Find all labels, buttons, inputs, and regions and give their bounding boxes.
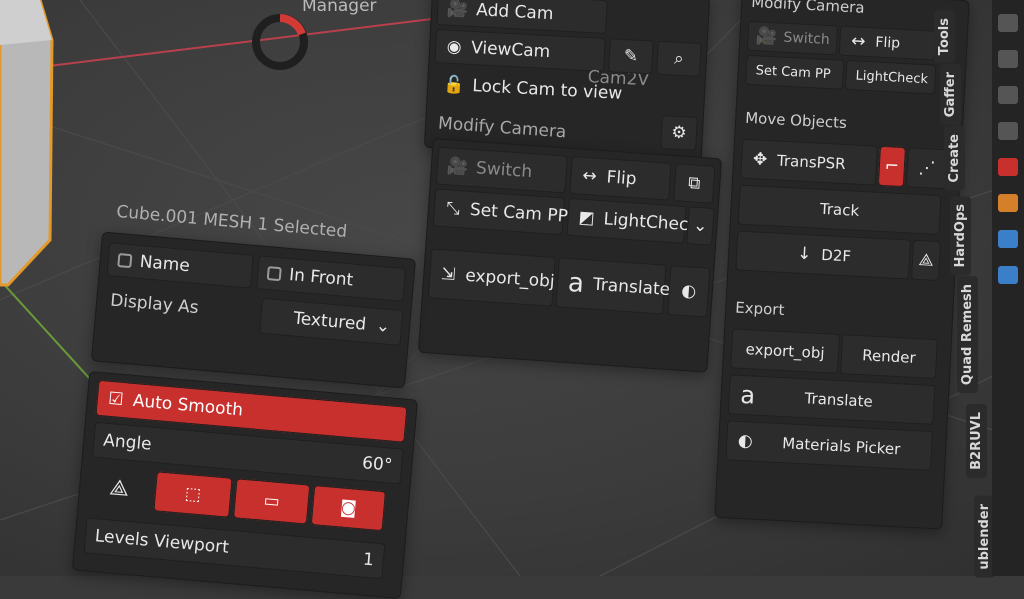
material-icon: ◐ (680, 280, 697, 302)
viewport-display-button[interactable]: ▭ (233, 478, 311, 525)
checkbox-icon (117, 253, 133, 269)
tool-icon[interactable] (998, 230, 1018, 248)
object-panel: Name In Front Display As Textured ⌄ (90, 231, 417, 389)
lightcheck-dropdown[interactable]: ⌄ (686, 206, 715, 246)
modify-camera-panel: 🎥 Switch ↔ Flip ⧉ ⤡ Set Cam PP ◩ LightCh… (417, 138, 723, 373)
camera-icon: 🎥 (446, 0, 469, 20)
camera-icon: 🎥 (446, 156, 469, 178)
right-translate-button[interactable]: a Translate (727, 374, 936, 426)
in-front-checkbox[interactable]: In Front (255, 255, 407, 303)
monitor-icon: ▭ (262, 490, 281, 513)
material-button[interactable]: ◐ (667, 265, 711, 318)
transform-toggle[interactable]: ⌐ (877, 145, 906, 188)
translate-icon: a (739, 380, 756, 410)
chevron-down-icon: ⌄ (692, 215, 709, 237)
tool-icon[interactable] (998, 86, 1018, 104)
flip-button[interactable]: ↔ Flip (569, 155, 672, 201)
node-toggle[interactable]: ⋰ (905, 147, 948, 190)
tool-icon[interactable] (998, 158, 1018, 176)
translate-button[interactable]: a Translate (555, 257, 671, 315)
camera-panel: 🎥 Add Cam ◉ ViewCam Cam2V ✎ ⌕ 🔓 Lock Cam… (423, 0, 711, 163)
manager-label: Manager (302, 0, 377, 16)
right-export-obj-button[interactable]: export_obj (730, 328, 841, 374)
transpsr-button[interactable]: ✥ TransPSR (740, 138, 878, 186)
switch-button[interactable]: 🎥 Switch (435, 146, 568, 194)
tab-create[interactable]: Create (944, 126, 965, 191)
collapse-icon: ⤡ (445, 198, 461, 220)
edit-mode-button[interactable]: ⬚ (153, 471, 233, 518)
checkbox-icon (266, 266, 282, 282)
translate-icon: a (567, 267, 586, 300)
right-flip-button[interactable]: ↔ Flip (838, 25, 937, 61)
eyedropper-icon: ✎ (623, 45, 639, 67)
search-icon: ⌕ (673, 48, 685, 70)
checkbox-checked-icon: ☑ (107, 388, 125, 411)
tab-tools[interactable]: Tools (934, 10, 955, 64)
material-icon: ◐ (737, 430, 754, 452)
axis-icon: ⌐ (884, 156, 900, 177)
name-checkbox[interactable]: Name (106, 242, 254, 289)
add-cam-button[interactable]: 🎥 Add Cam (436, 0, 608, 34)
gear-icon: ⚙ (670, 122, 688, 144)
chevron-down-icon: ⌄ (375, 315, 392, 337)
camera-frame-icon: ⧉ (687, 173, 702, 194)
smooth-panel: ☑ Auto Smooth Angle 60° ⟁ ⬚ ▭ ◙ Levels V… (71, 370, 419, 599)
tool-icon[interactable] (998, 122, 1018, 140)
right-set-cam-pp-button[interactable]: Set Cam PP (744, 54, 845, 90)
vertex-mode-button[interactable]: ⟁ (88, 466, 151, 511)
tool-icon[interactable] (998, 50, 1018, 68)
tool-strip (992, 0, 1024, 576)
eyedropper-button[interactable]: ✎ (608, 38, 654, 75)
display-as-label: Display As (109, 290, 200, 319)
tab-b2ruvl[interactable]: B2RUVL (966, 404, 987, 478)
flip-icon: ↔ (581, 165, 598, 187)
set-cam-pp-button[interactable]: ⤡ Set Cam PP (432, 188, 568, 236)
export-title: Export (734, 298, 785, 320)
tool-icon[interactable] (998, 14, 1018, 32)
tab-quad-remesh[interactable]: Quad Remesh (957, 276, 978, 394)
render-button[interactable]: Render (839, 334, 938, 380)
tool-icon[interactable] (998, 266, 1018, 284)
lock-icon: 🔓 (442, 74, 465, 96)
d2f-button[interactable]: ↓ D2F (735, 230, 912, 280)
cube-object (0, 0, 54, 287)
lightcheck-icon: ◩ (577, 207, 596, 229)
materials-picker-button[interactable]: ◐ Materials Picker (725, 420, 934, 471)
vertex-icon: ⟁ (108, 474, 131, 502)
tab-gaffer[interactable]: Gaffer (940, 64, 961, 126)
node-icon: ⋰ (917, 157, 936, 179)
tab-hardops[interactable]: HardOps (950, 196, 971, 276)
flip-icon: ↔ (850, 31, 867, 52)
render-display-button[interactable]: ◙ (310, 485, 386, 532)
vertex-icon: ⟁ (917, 250, 935, 271)
right-sidebar-panel: Modify Camera 🎥 Switch ↔ Flip Set Cam PP… (714, 0, 970, 530)
display-as-dropdown[interactable]: Textured ⌄ (258, 297, 404, 346)
render-camera-icon: ◙ (339, 497, 358, 519)
camera-view-button[interactable]: ⧉ (673, 163, 716, 204)
export-icon: ⇲ (440, 264, 457, 286)
tool-icon[interactable] (998, 194, 1018, 212)
right-switch-button[interactable]: 🎥 Switch (746, 20, 839, 56)
edit-mode-icon: ⬚ (184, 483, 202, 506)
right-modify-camera-title: Modify Camera (750, 0, 865, 17)
arrow-down-icon: ↓ (796, 243, 812, 265)
export-obj-button[interactable]: ⇲ export_obj (427, 248, 556, 307)
search-button[interactable]: ⌕ (656, 40, 702, 77)
eye-icon: ◉ (446, 36, 463, 58)
settings-button[interactable]: ⚙ (660, 115, 698, 151)
camera-icon: 🎥 (755, 26, 778, 48)
lightcheck-button[interactable]: ◩ LightCheck (566, 197, 699, 244)
track-button[interactable]: Track (737, 184, 942, 236)
move-icon: ✥ (752, 149, 768, 170)
x-axis-line (0, 17, 441, 73)
move-objects-title: Move Objects (744, 108, 848, 133)
right-lightcheck-button[interactable]: LightCheck (844, 59, 937, 95)
y-axis-line (0, 279, 101, 391)
d2f-options-button[interactable]: ⟁ (911, 239, 942, 282)
